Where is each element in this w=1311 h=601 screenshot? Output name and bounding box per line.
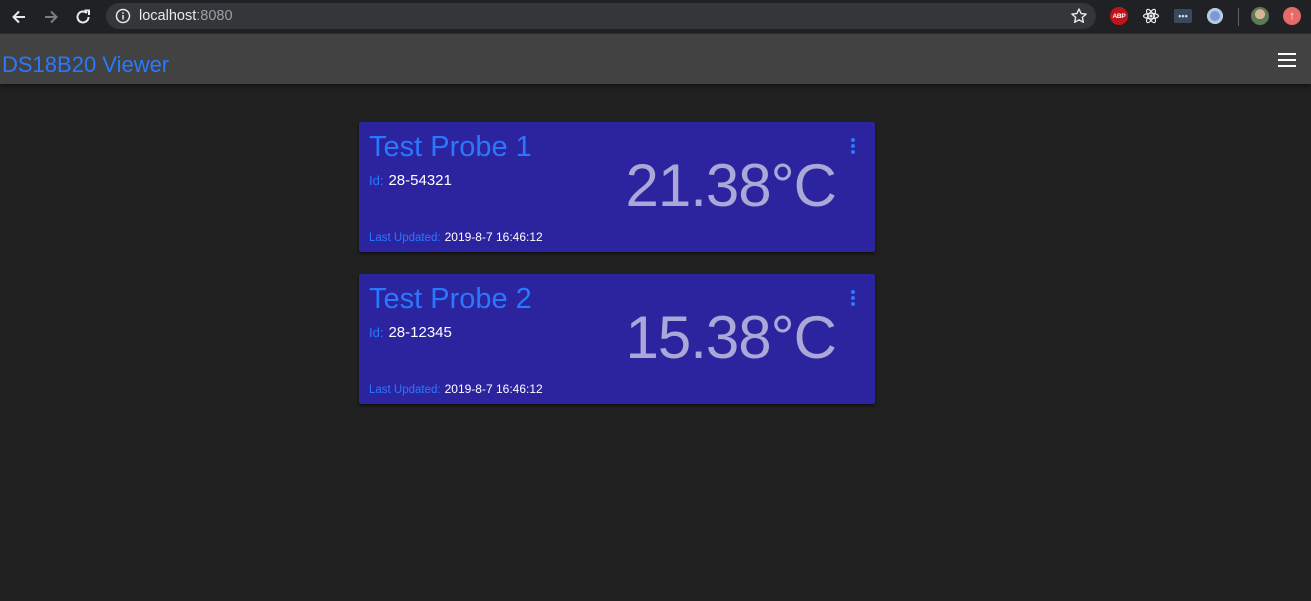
probe-name: Test Probe 1 (369, 131, 532, 163)
hamburger-menu-line (1278, 65, 1296, 67)
probe-id-value: 28-54321 (388, 172, 452, 189)
probe-card: Test Probe 2 Id: 28-12345 15.38°C Last Up… (359, 274, 875, 404)
react-atom-icon (1142, 8, 1160, 24)
browser-toolbar: localhost:8080 ABP ••• ↑ (0, 0, 1311, 34)
hamburger-menu-icon (1278, 53, 1296, 55)
probe-temperature: 15.38°C (625, 304, 837, 371)
probe-name: Test Probe 2 (369, 283, 532, 315)
address-bar[interactable]: localhost:8080 (106, 3, 1096, 29)
more-vert-icon-dot (851, 302, 855, 306)
last-updated-value: 2019-8-7 16:46:12 (444, 230, 543, 244)
last-updated-value: 2019-8-7 16:46:12 (444, 382, 543, 396)
app-title: DS18B20 Viewer (2, 52, 170, 77)
probe-card: Test Probe 1 Id: 28-54321 21.38°C Last Up… (359, 122, 875, 252)
dots-extension-button[interactable]: ••• (1173, 6, 1193, 26)
forward-button[interactable] (39, 5, 63, 29)
update-arrow-icon: ↑ (1283, 7, 1301, 25)
card-more-menu-button[interactable] (849, 290, 857, 306)
more-vert-icon (851, 290, 855, 294)
react-devtools-extension-button[interactable] (1141, 6, 1161, 26)
probe-temperature: 21.38°C (625, 152, 837, 219)
arrow-right-icon (45, 10, 58, 24)
back-button[interactable] (7, 5, 31, 29)
probe-id-value: 28-12345 (388, 324, 452, 341)
more-vert-icon-dot (851, 144, 855, 148)
url-host: localhost (139, 8, 197, 24)
more-dots-icon: ••• (1174, 9, 1192, 23)
more-vert-icon-dot (851, 296, 855, 300)
reload-icon (76, 9, 90, 24)
last-updated-label: Last Updated: (369, 232, 441, 244)
info-icon[interactable] (115, 8, 131, 24)
url-text[interactable]: localhost:8080 (139, 7, 233, 25)
more-vert-icon-dot (851, 150, 855, 154)
arrow-left-icon (12, 10, 25, 24)
probe-id-row: Id: 28-54321 (369, 172, 452, 190)
update-button[interactable]: ↑ (1282, 6, 1302, 26)
hamburger-menu-line (1278, 59, 1296, 61)
probe-last-updated-row: Last Updated: 2019-8-7 16:46:12 (369, 230, 543, 246)
probe-last-updated-row: Last Updated: 2019-8-7 16:46:12 (369, 382, 543, 398)
more-vert-icon (851, 138, 855, 142)
reload-button[interactable] (71, 5, 95, 29)
hamburger-menu-button[interactable] (1276, 49, 1298, 71)
url-port: :8080 (196, 8, 233, 24)
ring-icon (1207, 8, 1223, 24)
last-updated-label: Last Updated: (369, 384, 441, 396)
probe-id-label: Id: (369, 173, 384, 188)
profile-button[interactable] (1250, 6, 1270, 26)
adblock-icon: ABP (1110, 7, 1128, 25)
probe-id-row: Id: 28-12345 (369, 324, 452, 342)
card-more-menu-button[interactable] (849, 138, 857, 154)
ring-extension-button[interactable] (1205, 6, 1225, 26)
probe-id-label: Id: (369, 325, 384, 340)
bookmark-star-icon[interactable] (1070, 7, 1088, 25)
toolbar-divider (1238, 8, 1239, 26)
avatar (1251, 7, 1269, 25)
app-toolbar: DS18B20 Viewer (0, 34, 1311, 84)
adblock-extension-button[interactable]: ABP (1109, 6, 1129, 26)
